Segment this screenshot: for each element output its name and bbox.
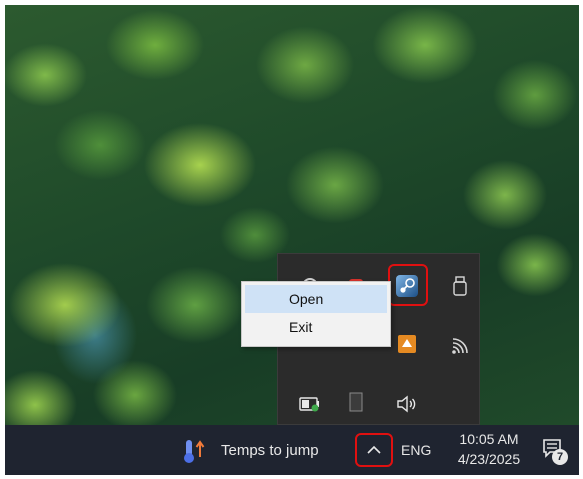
steam-icon-highlight <box>388 264 428 306</box>
usb-drive-icon[interactable] <box>448 274 472 298</box>
taskbar: Temps to jump ENG 10:05 AM 4/23/2025 7 <box>5 425 579 475</box>
clock-date: 4/23/2025 <box>457 451 521 467</box>
app-tile-icon[interactable] <box>344 390 368 414</box>
weather-widget[interactable]: Temps to jump <box>181 437 341 465</box>
clock[interactable]: 10:05 AM 4/23/2025 <box>443 429 535 471</box>
thermometer-icon <box>184 440 205 463</box>
orange-app-icon[interactable] <box>395 332 419 356</box>
menu-item-exit[interactable]: Exit <box>245 313 387 341</box>
battery-icon[interactable] <box>298 392 322 416</box>
chevron-highlight <box>355 433 393 467</box>
notification-center-button[interactable]: 7 <box>541 435 571 467</box>
notification-badge: 7 <box>552 449 568 465</box>
wifi-icon[interactable] <box>448 334 472 358</box>
menu-item-open[interactable]: Open <box>245 285 387 313</box>
clock-time: 10:05 AM <box>459 431 519 447</box>
context-menu: Open Exit <box>241 281 391 347</box>
volume-icon[interactable] <box>395 392 419 416</box>
language-indicator[interactable]: ENG <box>401 442 431 458</box>
screenshot-frame: Open Exit Temps to jump ENG 10:05 AM 4/2… <box>5 5 579 475</box>
weather-text: Temps to jump <box>221 442 319 459</box>
show-hidden-icons-button[interactable] <box>355 433 393 467</box>
